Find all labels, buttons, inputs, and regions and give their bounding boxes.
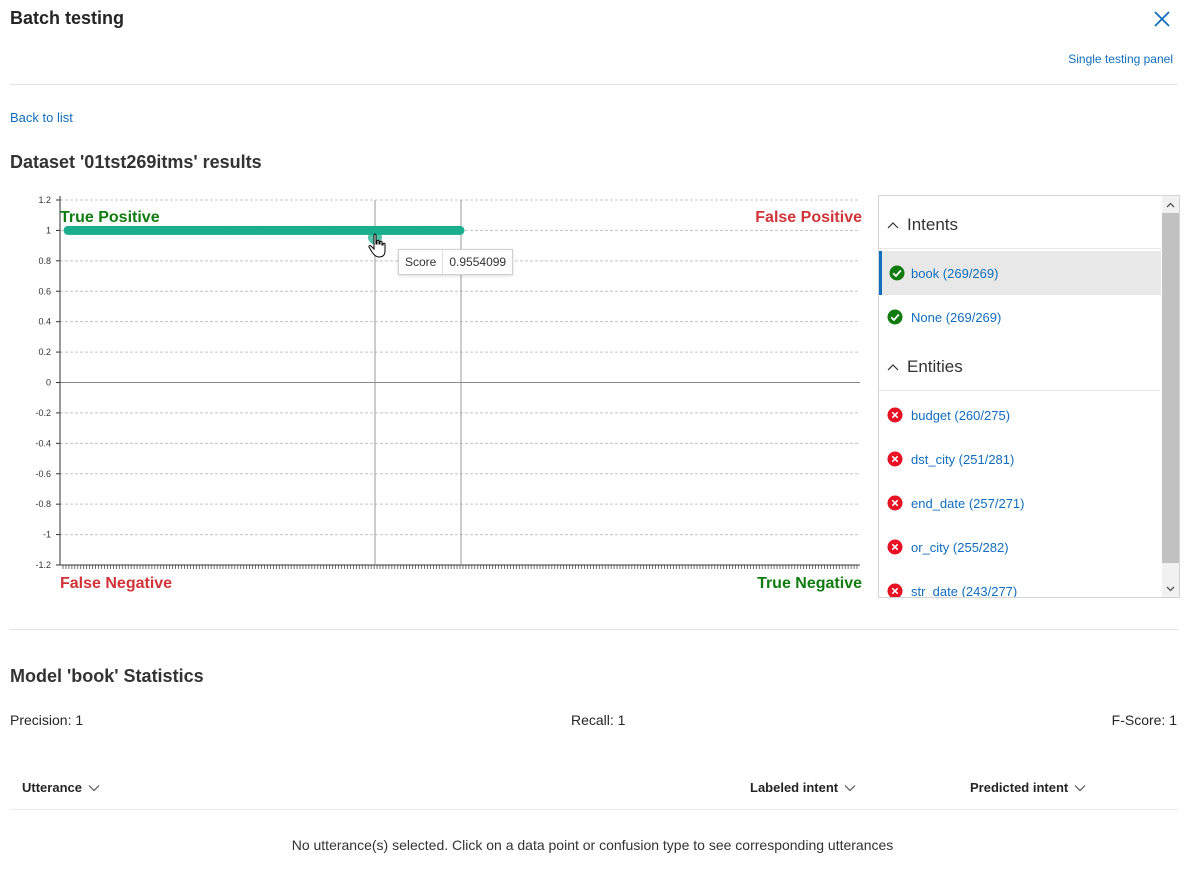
entity-item-label: str_date (243/277) — [911, 583, 1018, 598]
true-positive-label[interactable]: True Positive — [60, 209, 160, 226]
chevron-up-icon — [879, 363, 907, 371]
column-header-label: Utterance — [22, 780, 82, 795]
y-tick-label: 0.6 — [38, 286, 51, 296]
column-header-labeled-intent[interactable]: Labeled intent — [750, 780, 856, 795]
y-tick-label: 0.2 — [38, 347, 51, 357]
chevron-down-icon — [88, 784, 100, 791]
panel-scrollbar[interactable] — [1162, 196, 1179, 597]
score-tooltip: Score 0.9554099 — [398, 249, 514, 275]
scrollbar-thumb[interactable] — [1162, 213, 1179, 563]
y-tick-label: 1.2 — [38, 195, 51, 205]
single-testing-panel-link[interactable]: Single testing panel — [1068, 52, 1173, 66]
y-tick-label: -0.8 — [35, 499, 51, 509]
chevron-down-icon — [1166, 586, 1175, 591]
chevron-up-icon — [879, 221, 907, 229]
back-to-list-link[interactable]: Back to list — [10, 110, 73, 125]
results-panel: Intents book (269/269) None (269/269) En… — [878, 195, 1180, 598]
error-icon — [879, 495, 911, 511]
y-tick-label: -1.2 — [35, 560, 51, 570]
recall-value: Recall: 1 — [571, 712, 626, 728]
error-icon — [879, 583, 911, 597]
intents-group-label: Intents — [907, 215, 959, 234]
tooltip-value: 0.9554099 — [449, 255, 507, 269]
y-tick-label: 0.8 — [38, 256, 51, 266]
check-icon — [882, 265, 911, 281]
error-icon — [879, 407, 911, 423]
header-divider — [10, 84, 1178, 85]
y-tick-label: 0.4 — [38, 317, 51, 327]
y-tick-label: -0.2 — [35, 408, 51, 418]
entity-item-end-date[interactable]: end_date (257/271) — [879, 481, 1161, 525]
dataset-results-title: Dataset '01tst269itms' results — [10, 152, 262, 172]
model-statistics-title: Model 'book' Statistics — [10, 666, 204, 686]
intent-item-label: book (269/269) — [911, 265, 999, 281]
entities-group-label: Entities — [907, 357, 963, 376]
column-header-utterance[interactable]: Utterance — [22, 780, 100, 795]
intent-item-book[interactable]: book (269/269) — [879, 251, 1161, 295]
check-icon — [879, 309, 911, 325]
column-header-label: Predicted intent — [970, 780, 1069, 795]
column-header-predicted-intent[interactable]: Predicted intent — [970, 780, 1086, 795]
error-icon — [879, 451, 911, 467]
fscore-value: F-Score: 1 — [1111, 712, 1177, 728]
error-icon — [879, 539, 911, 555]
entity-item-budget[interactable]: budget (260/275) — [879, 393, 1161, 437]
entity-item-or-city[interactable]: or_city (255/282) — [879, 525, 1161, 569]
y-tick-label: 1 — [46, 225, 51, 235]
intents-group-header[interactable]: Intents — [879, 202, 1161, 249]
close-icon — [1154, 11, 1170, 27]
empty-utterances-message: No utterance(s) selected. Click on a dat… — [291, 837, 894, 853]
entity-item-label: end_date (257/271) — [911, 495, 1025, 511]
column-header-label: Labeled intent — [750, 780, 839, 795]
true-negative-label[interactable]: True Negative — [757, 575, 862, 592]
data-point — [455, 225, 465, 235]
chevron-down-icon — [1074, 784, 1086, 791]
y-tick-label: -0.4 — [35, 438, 51, 448]
chevron-up-icon — [1166, 202, 1175, 207]
intent-item-none[interactable]: None (269/269) — [879, 295, 1161, 339]
entity-item-label: budget (260/275) — [911, 407, 1011, 423]
y-tick-label: -0.6 — [35, 469, 51, 479]
close-button[interactable] — [1151, 8, 1173, 30]
hand-cursor-icon — [368, 233, 388, 264]
false-positive-label[interactable]: False Positive — [755, 209, 862, 226]
scroll-down-button[interactable] — [1162, 580, 1179, 597]
entity-item-label: or_city (255/282) — [911, 539, 1009, 555]
intent-item-label: None (269/269) — [911, 309, 1002, 325]
entity-item-str-date[interactable]: str_date (243/277) — [879, 569, 1161, 598]
precision-value: Precision: 1 — [10, 712, 84, 728]
y-tick-label: 0 — [46, 378, 51, 388]
table-header-divider — [10, 809, 1178, 810]
tooltip-label: Score — [405, 255, 437, 269]
chevron-down-icon — [844, 784, 856, 791]
entities-group-header[interactable]: Entities — [879, 344, 1161, 391]
entity-item-label: dst_city (251/281) — [911, 451, 1015, 467]
y-tick-label: -1 — [43, 530, 51, 540]
section-divider — [10, 629, 1178, 630]
scroll-up-button[interactable] — [1162, 196, 1179, 213]
entity-item-dst-city[interactable]: dst_city (251/281) — [879, 437, 1161, 481]
page-title: Batch testing — [10, 8, 125, 28]
false-negative-label[interactable]: False Negative — [60, 575, 172, 592]
